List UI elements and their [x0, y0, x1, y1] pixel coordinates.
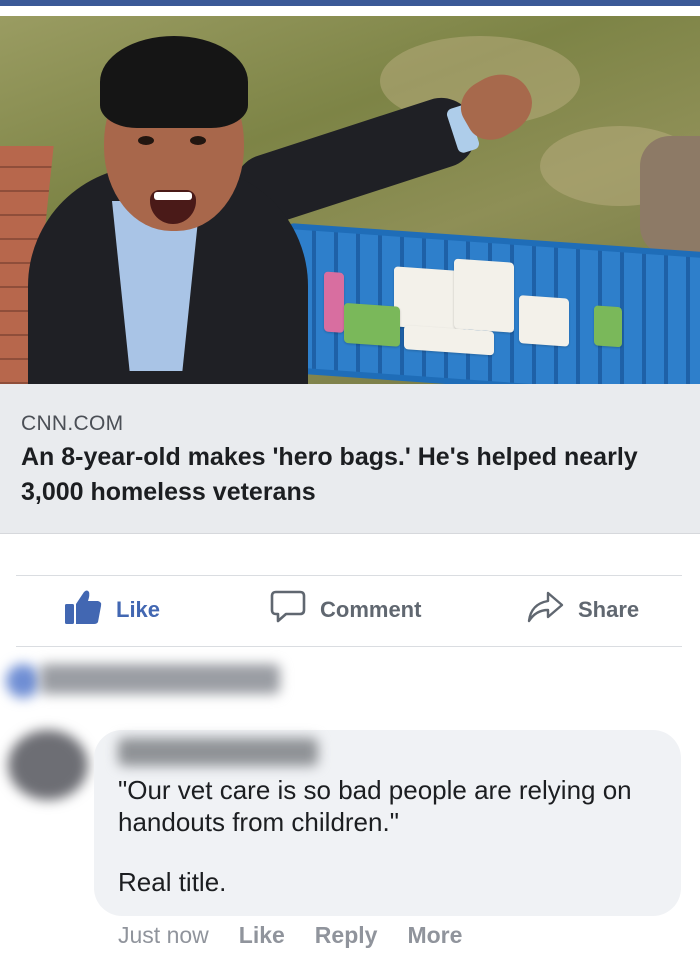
link-domain: CNN.COM	[21, 412, 124, 435]
commenter-name[interactable]	[118, 738, 318, 766]
share-arrow-icon	[526, 590, 564, 630]
like-button[interactable]: Like	[64, 590, 160, 630]
comment-reply-link[interactable]: Reply	[315, 922, 378, 949]
comment-like-link[interactable]: Like	[239, 922, 285, 949]
comment-button[interactable]: Comment	[270, 590, 421, 630]
comment-timestamp: Just now	[118, 922, 209, 948]
comment-body: "Our vet care is so bad people are relyi…	[118, 774, 668, 898]
share-button[interactable]: Share	[526, 590, 639, 630]
commenter-avatar[interactable]	[8, 730, 88, 800]
comment-label: Comment	[320, 597, 422, 622]
comment-text-line: "Our vet care is so bad people are relyi…	[118, 775, 639, 837]
comment-text-line: Real title.	[118, 867, 227, 897]
rock	[640, 136, 700, 256]
redacted-avatar	[6, 664, 40, 698]
post-image[interactable]	[0, 16, 700, 384]
like-label: Like	[116, 597, 161, 622]
kid-hair	[100, 36, 248, 128]
comment-more-link[interactable]: More	[407, 922, 462, 949]
comment-meta: Just now Like Reply More	[118, 922, 492, 949]
comment-bubble-icon	[270, 590, 306, 630]
divider	[16, 575, 682, 576]
divider	[16, 646, 682, 647]
blue-bin	[288, 222, 700, 384]
like-thumb-icon	[64, 589, 102, 631]
redacted-name	[40, 664, 280, 694]
link-headline[interactable]: An 8-year-old makes 'hero bags.' He's he…	[21, 440, 681, 510]
share-label: Share	[578, 597, 640, 622]
